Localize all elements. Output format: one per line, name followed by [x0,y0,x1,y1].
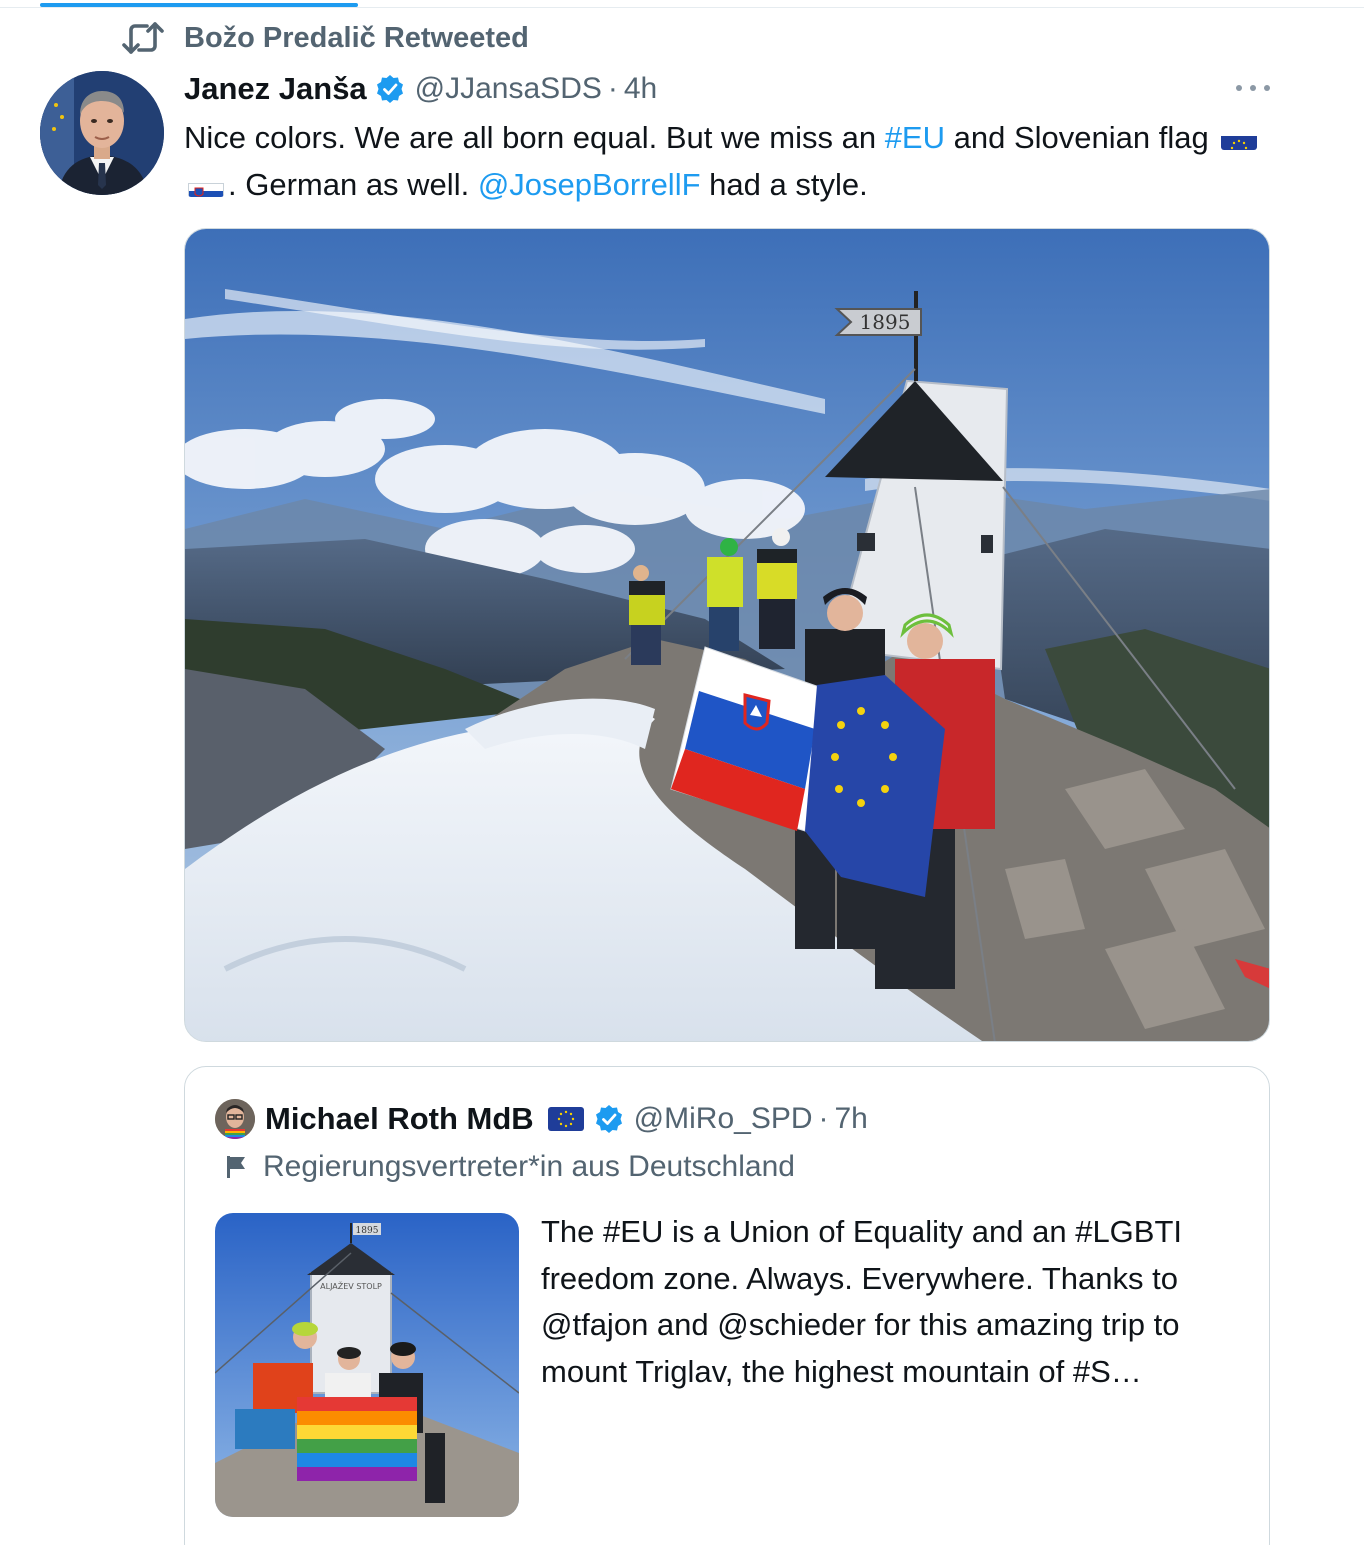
quoted-author-avatar[interactable] [215,1099,255,1139]
more-dot [1250,85,1256,91]
mention-link[interactable]: @JosepBorrellF [478,167,701,202]
separator-dot: · [818,1102,829,1135]
tower-plate-text: 1895 [860,310,911,334]
more-dot [1236,85,1242,91]
tweet-text-part: had a style. [700,167,868,202]
verified-badge-icon [594,1104,624,1134]
quoted-author-handle[interactable]: @MiRo_SPD [634,1102,813,1136]
author-handle[interactable]: @JJansaSDS [415,72,602,106]
retweet-context[interactable]: Božo Predalič Retweeted [122,20,529,56]
more-icon[interactable] [1236,78,1270,98]
separator-dot: · [607,72,618,105]
quoted-tweet-header: Michael Roth MdB @MiRo_SPD · 7h [265,1097,868,1141]
author-name[interactable]: Janez Janša [184,71,367,107]
quoted-tweet-timestamp[interactable]: 7h [835,1102,868,1136]
eu-flag-emoji [547,1107,584,1131]
tweet-text-part: . German as well. [228,167,478,202]
tweet-text-part: and Slovenian flag [945,120,1218,155]
quoted-tweet-card[interactable]: Michael Roth MdB @MiRo_SPD · 7h Regierun… [184,1066,1270,1545]
slovenia-flag-emoji [188,173,224,197]
quoted-author-name[interactable]: Michael Roth MdB [265,1101,534,1137]
top-divider [0,0,1364,8]
tweet-text: Nice colors. We are all born equal. But … [184,114,1274,208]
retweet-icon [122,20,164,56]
government-label-text: Regierungsvertreter*in aus Deutschland [263,1150,795,1183]
more-dot [1264,85,1270,91]
tweet-header: Janez Janša @JJansaSDS · 4h [184,68,657,110]
quoted-tweet-text: The #EU is a Union of Equality and an #L… [541,1214,1183,1389]
tweet-text-part: Nice colors. We are all born equal. But … [184,120,885,155]
verified-badge-icon [375,74,405,104]
flag-label-icon [225,1154,249,1180]
government-label[interactable]: Regierungsvertreter*in aus Deutschland [225,1147,795,1187]
tweet-photo[interactable]: 1895 [184,228,1270,1042]
active-tab-indicator [40,3,358,7]
summit-photo-illustration: 1895 [185,229,1269,1041]
tower-sign-text: ALJAŽEV STOLP [320,1280,382,1291]
tweet-timestamp[interactable]: 4h [624,72,657,106]
thumb-plate-text: 1895 [356,1226,379,1236]
quoted-tweet-photo[interactable]: ALJAŽEV STOLP 1895 [215,1213,519,1517]
author-avatar[interactable] [40,71,164,195]
retweet-label[interactable]: Božo Predalič Retweeted [184,22,529,55]
eu-flag-emoji [1221,126,1258,150]
hashtag-eu-link[interactable]: #EU [885,120,945,155]
